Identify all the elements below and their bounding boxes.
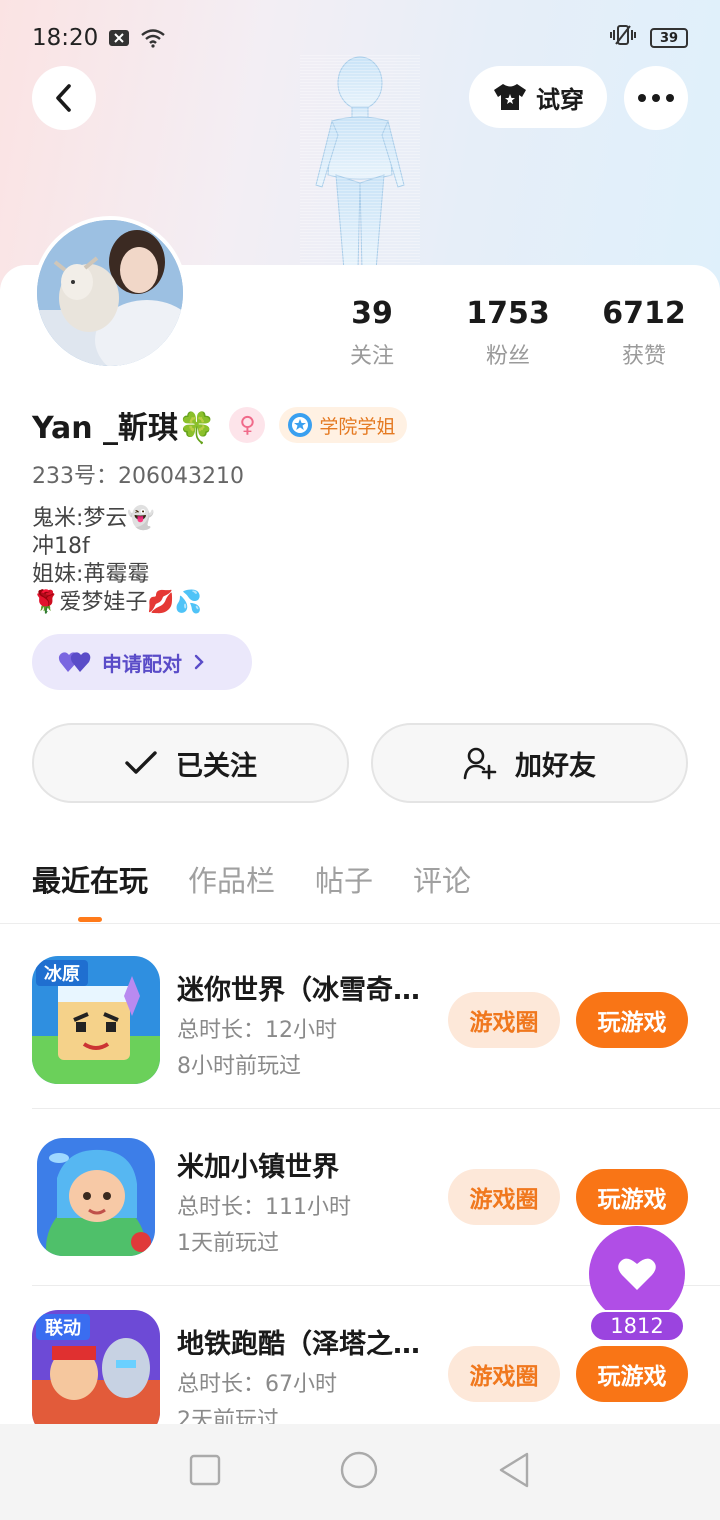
heart-icon [618,1258,656,1290]
stat-likes[interactable]: 6712 获赞 [576,292,712,370]
tshirt-icon [494,84,526,110]
try-on-label: 试穿 [536,85,584,114]
chevron-right-icon [194,654,204,670]
checkmark-icon [125,751,157,774]
stat-following[interactable]: 39 关注 [304,292,440,370]
stat-label: 获赞 [621,344,666,369]
bio-line: 姐妹:苒霉霉 [32,562,150,587]
play-game-button[interactable]: 玩游戏 [576,1346,688,1402]
stat-value: 39 [351,296,393,331]
star-badge-icon [288,413,313,437]
female-gender-icon: ♀ [229,407,266,443]
chevron-left-icon [56,84,71,112]
list-item[interactable]: 冰原 迷你世界（冰雪奇… 总时长：12小时 8小时前玩过 游戏圈 玩游戏 [32,956,720,1133]
request-pair-button[interactable]: 申请配对 [32,634,252,690]
title-badge-label: 学院学姐 [319,415,396,438]
square-icon [190,1454,221,1486]
tab-recent-games[interactable]: 最近在玩 [32,858,148,902]
status-time: 18:20 [32,25,99,51]
add-friend-button[interactable]: 加好友 [371,723,688,803]
game-title: 迷你世界（冰雪奇… [177,975,420,1006]
home-button[interactable] [340,1451,378,1493]
more-options-button[interactable] [624,66,688,130]
play-game-button[interactable]: 玩游戏 [576,1169,688,1225]
bio-line: 鬼米:梦云👻 [32,506,155,531]
game-last-played: 8小时前玩过 [177,1054,301,1079]
game-icon [37,1138,155,1256]
system-navigation-bar [0,1424,720,1520]
circle-icon [340,1451,378,1489]
back-nav-button[interactable] [497,1452,531,1492]
triangle-back-icon [499,1452,528,1488]
try-on-button[interactable]: 试穿 [469,66,607,128]
notification-icon [108,29,130,47]
bio-line: 🌹爱梦娃子💋💦 [32,590,203,615]
divider [32,1108,720,1109]
followed-label: 已关注 [176,750,257,782]
more-dots-icon [638,94,674,102]
game-icon: 冰原 [32,956,160,1084]
wifi-icon [140,28,166,48]
active-tab-indicator [78,917,102,922]
request-pair-label: 申请配对 [102,651,182,676]
tab-posts[interactable]: 帖子 [315,858,373,902]
game-title: 地铁跑酷（泽塔之… [177,1329,420,1360]
like-count: 1812 [589,1310,685,1342]
game-last-played: 1天前玩过 [177,1231,279,1256]
user-id: 233号：206043210 [32,464,244,489]
stat-value: 6712 [602,296,686,331]
add-user-icon [463,747,497,780]
profile-bio: 鬼米:梦云👻 冲18f 姐妹:苒霉霉 🌹爱梦娃子💋💦 [32,505,202,617]
game-duration: 总时长：12小时 [177,1018,337,1043]
game-icon-text: 联动 [45,1318,81,1339]
3d-avatar-figure [300,55,420,270]
double-heart-icon [58,652,91,672]
tab-works[interactable]: 作品栏 [188,858,275,902]
like-button[interactable] [589,1226,685,1322]
game-title: 米加小镇世界 [177,1152,339,1183]
game-duration: 总时长：67小时 [177,1372,337,1397]
game-duration: 总时长：111小时 [177,1195,351,1220]
stat-label: 粉丝 [485,344,530,369]
game-circle-button[interactable]: 游戏圈 [448,1169,560,1225]
game-circle-button[interactable]: 游戏圈 [448,1346,560,1402]
back-button[interactable] [32,66,96,130]
status-bar: 18:20 39 [32,20,688,56]
play-game-button[interactable]: 玩游戏 [576,992,688,1048]
vibrate-icon [608,24,638,52]
bio-line: 冲18f [32,534,90,559]
avatar-photo [37,220,183,366]
game-icon: 联动 [32,1310,160,1438]
stat-followers[interactable]: 1753 粉丝 [440,292,576,370]
tab-comments[interactable]: 评论 [413,858,471,902]
stat-value: 1753 [466,296,550,331]
profile-name-row: Yan _靳琪🍀 ♀ 学院学姐 [32,403,408,447]
recent-apps-button[interactable] [189,1454,221,1490]
profile-name: Yan _靳琪🍀 [32,411,216,446]
battery-indicator: 39 [650,28,688,48]
add-friend-label: 加好友 [515,750,596,782]
title-badge[interactable]: 学院学姐 [279,407,408,443]
stat-label: 关注 [349,344,394,369]
profile-stats: 39 关注 1753 粉丝 6712 获赞 [304,292,712,370]
avatar[interactable] [33,216,187,370]
followed-button[interactable]: 已关注 [32,723,349,803]
game-circle-button[interactable]: 游戏圈 [448,992,560,1048]
game-icon-text: 冰原 [44,963,80,985]
profile-tabs: 最近在玩 作品栏 帖子 评论 [32,858,471,902]
divider [0,923,720,924]
